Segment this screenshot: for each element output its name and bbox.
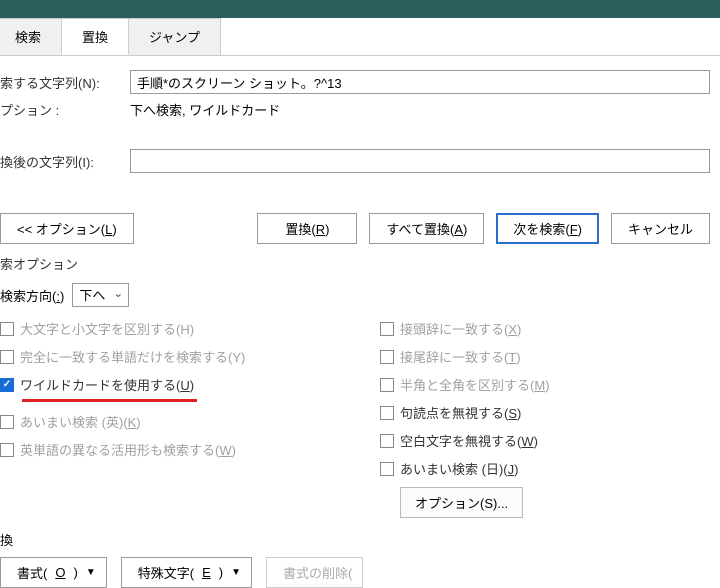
prefix-checkbox xyxy=(380,322,394,336)
cancel-button[interactable]: キャンセル xyxy=(611,213,710,244)
tab-search[interactable]: 検索 xyxy=(0,18,62,55)
wildcards-label: ワイルドカードを使用する(U) xyxy=(20,375,194,394)
tab-replace[interactable]: 置換 xyxy=(61,18,129,55)
direction-row: 検索方向(:) 下へ xyxy=(0,283,720,307)
match-case-checkbox xyxy=(0,322,14,336)
direction-select[interactable]: 下へ xyxy=(72,283,129,307)
whole-word-checkbox xyxy=(0,350,14,364)
options-columns: 大文字と小文字を区別する(H) 完全に一致する単語だけを検索する(Y) ワイルド… xyxy=(0,319,720,518)
suffix-label: 接尾辞に一致する(T) xyxy=(400,347,521,366)
replace-with-label: 換後の文字列(I): xyxy=(0,152,130,171)
search-options-group-label: 索オプション xyxy=(0,254,720,273)
fuzzy-options-button[interactable]: オプション(S)... xyxy=(400,487,523,518)
dialog-content: 検索 置換 ジャンプ 索する文字列(N): プション : 下へ検索, ワイルドカ… xyxy=(0,18,720,588)
format-button[interactable]: 書式(O)▼ xyxy=(0,557,107,588)
options-summary: 下へ検索, ワイルドカード xyxy=(130,100,280,119)
chevron-down-icon: ▼ xyxy=(86,567,96,578)
prefix-label: 接頭辞に一致する(X) xyxy=(400,319,521,338)
form-area: 索する文字列(N): プション : 下へ検索, ワイルドカード 換後の文字列(I… xyxy=(0,56,720,191)
punct-checkbox[interactable] xyxy=(380,406,394,420)
whitespace-label: 空白文字を無視する(W) xyxy=(400,431,538,450)
main-button-row: << オプション(L) 置換(R) すべて置換(A) 次を検索(F) キャンセル xyxy=(0,213,710,244)
fuzzy-ja-label: あいまい検索 (日)(J) xyxy=(400,459,518,478)
punct-label: 句読点を無視する(S) xyxy=(400,403,521,422)
find-what-input[interactable] xyxy=(130,70,710,94)
whitespace-checkbox[interactable] xyxy=(380,434,394,448)
match-case-label: 大文字と小文字を区別する(H) xyxy=(20,319,194,338)
red-underline-annotation xyxy=(22,399,197,402)
direction-label: 検索方向(:) xyxy=(0,286,64,305)
fuzzy-en-label: あいまい検索 (英)(K) xyxy=(20,412,141,431)
half-full-checkbox xyxy=(380,378,394,392)
half-full-label: 半角と全角を区別する(M) xyxy=(400,375,550,394)
fuzzy-en-checkbox[interactable] xyxy=(0,415,14,429)
options-left-col: 大文字と小文字を区別する(H) 完全に一致する単語だけを検索する(Y) ワイルド… xyxy=(0,319,340,518)
special-char-button[interactable]: 特殊文字(E)▼ xyxy=(121,557,252,588)
fuzzy-ja-checkbox[interactable] xyxy=(380,462,394,476)
suffix-checkbox xyxy=(380,350,394,364)
no-formatting-button: 書式の削除( xyxy=(266,557,363,588)
options-right-col: 接頭辞に一致する(X) 接尾辞に一致する(T) 半角と全角を区別する(M) 句読… xyxy=(340,319,720,518)
less-options-button[interactable]: << オプション(L) xyxy=(0,213,134,244)
tab-strip: 検索 置換 ジャンプ xyxy=(0,18,720,56)
replace-button[interactable]: 置換(R) xyxy=(257,213,357,244)
find-next-button[interactable]: 次を検索(F) xyxy=(496,213,599,244)
word-forms-checkbox[interactable] xyxy=(0,443,14,457)
wildcards-checkbox[interactable] xyxy=(0,378,14,392)
options-label: プション : xyxy=(0,100,130,119)
tab-jump[interactable]: ジャンプ xyxy=(128,18,221,55)
replace-all-button[interactable]: すべて置換(A) xyxy=(369,213,484,244)
find-what-label: 索する文字列(N): xyxy=(0,73,130,92)
replace-section: 換 書式(O)▼ 特殊文字(E)▼ 書式の削除( xyxy=(0,530,720,588)
whole-word-label: 完全に一致する単語だけを検索する(Y) xyxy=(20,347,245,366)
chevron-down-icon: ▼ xyxy=(231,567,241,578)
title-bar xyxy=(0,0,720,18)
replace-section-label: 換 xyxy=(0,530,720,549)
word-forms-label: 英単語の異なる活用形も検索する(W) xyxy=(20,440,236,459)
replace-with-input[interactable] xyxy=(130,149,710,173)
